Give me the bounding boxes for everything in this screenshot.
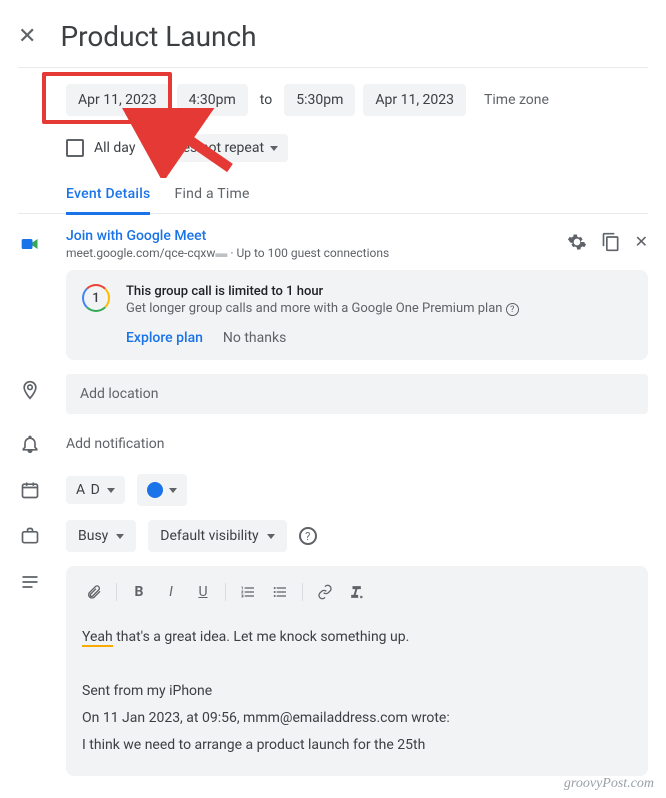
availability-dropdown[interactable]: Busy <box>66 520 136 552</box>
end-time-chip[interactable]: 5:30pm <box>284 84 355 116</box>
color-dropdown[interactable] <box>137 474 187 506</box>
chevron-down-icon <box>270 146 278 151</box>
time-row: Apr 11, 2023 4:30pm to 5:30pm Apr 11, 20… <box>18 84 648 116</box>
color-dot-icon <box>147 482 163 498</box>
watermark: groovyPost.com <box>564 776 654 792</box>
description-icon <box>18 566 42 592</box>
chevron-down-icon <box>116 534 124 539</box>
repeat-dropdown[interactable]: Does not repeat <box>155 134 288 162</box>
google-one-icon: 1 <box>82 284 110 312</box>
help-icon[interactable]: ? <box>299 527 317 545</box>
visibility-dropdown[interactable]: Default visibility <box>148 520 286 552</box>
description-text[interactable]: Yeah that's a great idea. Let me knock s… <box>66 613 648 756</box>
end-date-chip[interactable]: Apr 11, 2023 <box>363 84 466 116</box>
clear-format-icon[interactable] <box>343 578 371 606</box>
gear-icon[interactable] <box>567 232 587 256</box>
attach-icon[interactable] <box>80 578 108 606</box>
tab-event-details[interactable]: Event Details <box>66 186 150 215</box>
g1-title: This group call is limited to 1 hour <box>126 284 519 299</box>
start-date-chip[interactable]: Apr 11, 2023 <box>66 84 169 116</box>
numbered-list-icon[interactable] <box>234 578 262 606</box>
separator <box>18 67 648 68</box>
location-icon <box>18 374 42 400</box>
meet-url-text: meet.google.com/qce-cqxw▬ · Up to 100 gu… <box>66 246 389 260</box>
add-notification-button[interactable]: Add notification <box>66 428 648 460</box>
calendar-icon <box>18 474 42 500</box>
underline-icon[interactable]: U <box>189 578 217 606</box>
g1-subtitle: Get longer group calls and more with a G… <box>126 301 519 316</box>
chevron-down-icon <box>107 488 115 493</box>
tab-find-a-time[interactable]: Find a Time <box>174 186 249 213</box>
bell-icon <box>18 428 42 454</box>
repeat-label: Does not repeat <box>165 140 264 156</box>
video-icon <box>18 228 42 254</box>
copy-icon[interactable] <box>601 232 621 256</box>
chevron-down-icon <box>169 488 177 493</box>
editor-toolbar: B I U <box>66 572 648 613</box>
to-label: to <box>256 92 276 108</box>
start-time-chip[interactable]: 4:30pm <box>177 84 248 116</box>
location-input[interactable]: Add location <box>66 374 648 414</box>
bullet-list-icon[interactable] <box>266 578 294 606</box>
chevron-down-icon <box>267 534 275 539</box>
remove-meet-icon[interactable]: ✕ <box>635 232 648 256</box>
timezone-button[interactable]: Time zone <box>484 92 549 108</box>
google-meet-link[interactable]: Join with Google Meet <box>66 228 389 244</box>
calendar-name-dropdown[interactable]: A D <box>66 476 125 504</box>
briefcase-icon <box>18 520 42 546</box>
all-day-label: All day <box>94 140 135 156</box>
no-thanks-button[interactable]: No thanks <box>223 330 286 346</box>
link-icon[interactable] <box>311 578 339 606</box>
checkbox-icon <box>66 139 84 157</box>
event-title-input[interactable]: Product Launch <box>60 20 648 53</box>
close-icon[interactable]: ✕ <box>18 24 36 49</box>
description-editor[interactable]: B I U Yeah that's a great idea. Let me k… <box>66 566 648 776</box>
italic-icon[interactable]: I <box>157 578 185 606</box>
google-one-card: 1 This group call is limited to 1 hour G… <box>66 270 648 360</box>
bold-icon[interactable]: B <box>125 578 153 606</box>
all-day-checkbox[interactable]: All day <box>66 139 135 157</box>
explore-plan-button[interactable]: Explore plan <box>126 330 203 346</box>
